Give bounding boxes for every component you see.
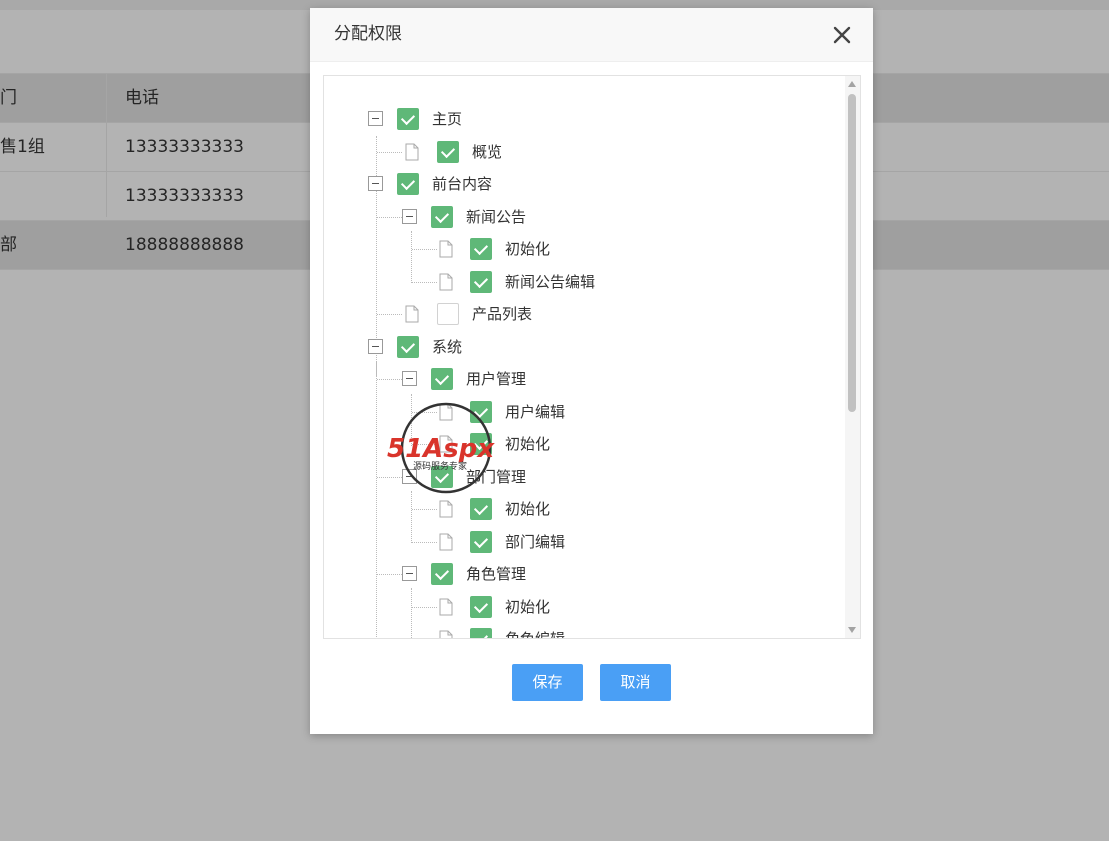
- save-button[interactable]: 保存: [512, 664, 583, 701]
- assign-permissions-dialog: 分配权限 主页 概览 前台内容 新闻公告 初始化 新闻公告编辑 产品列表 系统 …: [310, 8, 873, 734]
- collapse-icon[interactable]: [402, 209, 417, 224]
- tree-node-label: 概览: [472, 143, 503, 161]
- tree-connector: [377, 152, 402, 153]
- tree-connector: [411, 231, 412, 283]
- collapse-icon[interactable]: [368, 111, 383, 126]
- tree-node-label: 用户管理: [466, 370, 527, 388]
- tree-scrollbar[interactable]: [845, 76, 860, 638]
- tree-checkbox[interactable]: [437, 303, 459, 325]
- tree-node-label: 主页: [432, 110, 463, 128]
- column-divider: [106, 73, 107, 217]
- tree-node-label: 新闻公告编辑: [505, 273, 596, 291]
- tree-checkbox[interactable]: [437, 141, 459, 163]
- tree-node-label: 角色编辑: [505, 627, 565, 638]
- column-header-phone: 电话: [125, 88, 159, 108]
- tree-checkbox[interactable]: [470, 596, 492, 618]
- file-icon: [405, 305, 419, 323]
- cell-phone: 13333333333: [125, 186, 244, 206]
- tree-node-label: 初始化: [505, 598, 551, 616]
- scrollbar-thumb[interactable]: [848, 94, 856, 412]
- tree-node-label: 初始化: [505, 500, 551, 518]
- tree-node-label: 角色管理: [466, 565, 527, 583]
- tree-connector: [377, 217, 402, 218]
- cell-department: 部: [0, 235, 17, 255]
- tree-checkbox[interactable]: [397, 173, 419, 195]
- tree-checkbox[interactable]: [470, 628, 492, 638]
- tree-connector: [411, 491, 412, 543]
- tree-connector: [412, 542, 437, 543]
- dialog-title: 分配权限: [334, 24, 402, 44]
- tree-connector: [411, 588, 412, 638]
- tree-connector: [412, 607, 437, 608]
- tree-checkbox[interactable]: [470, 271, 492, 293]
- tree-connector: [412, 249, 437, 250]
- collapse-icon[interactable]: [368, 339, 383, 354]
- tree-connector: [377, 379, 402, 380]
- tree-node-label: 初始化: [505, 435, 551, 453]
- tree-checkbox[interactable]: [431, 563, 453, 585]
- tree-node-label: 初始化: [505, 240, 551, 258]
- tree-node-label: 部门编辑: [505, 533, 566, 551]
- permission-tree: 主页 概览 前台内容 新闻公告 初始化 新闻公告编辑 产品列表 系统 用户管理 …: [324, 76, 844, 638]
- tree-node-label: 新闻公告: [466, 208, 527, 226]
- tree-checkbox[interactable]: [397, 108, 419, 130]
- file-icon: [439, 273, 453, 291]
- tree-node-label: 系统: [432, 338, 463, 356]
- file-icon: [439, 240, 453, 258]
- watermark-brand-text: 51Aspx: [387, 434, 495, 464]
- cancel-button[interactable]: 取消: [600, 664, 671, 701]
- tree-checkbox[interactable]: [431, 368, 453, 390]
- tree-checkbox[interactable]: [397, 336, 419, 358]
- close-icon[interactable]: [831, 24, 853, 46]
- tree-node-label: 产品列表: [472, 305, 533, 323]
- file-icon: [439, 598, 453, 616]
- tree-checkbox[interactable]: [431, 206, 453, 228]
- tree-connector: [412, 509, 437, 510]
- collapse-icon[interactable]: [402, 566, 417, 581]
- cell-department: 售1组: [0, 137, 45, 157]
- collapse-icon[interactable]: [402, 371, 417, 386]
- file-icon: [439, 630, 453, 638]
- tree-connector: [412, 282, 437, 283]
- tree-connector: [377, 574, 402, 575]
- scroll-up-arrow-icon[interactable]: [848, 81, 856, 87]
- tree-node-label: 用户编辑: [505, 403, 566, 421]
- tree-connector: [377, 314, 402, 315]
- tree-checkbox[interactable]: [470, 531, 492, 553]
- file-icon: [439, 500, 453, 518]
- cell-phone: 13333333333: [125, 137, 244, 157]
- cell-phone: 18888888888: [125, 235, 244, 255]
- scroll-down-arrow-icon[interactable]: [848, 627, 856, 633]
- tree-checkbox[interactable]: [470, 238, 492, 260]
- collapse-icon[interactable]: [368, 176, 383, 191]
- tree-checkbox[interactable]: [470, 498, 492, 520]
- tree-node-label: 前台内容: [432, 175, 493, 193]
- column-header-department: 门: [0, 88, 17, 108]
- watermark-tagline: 源码服务专家: [413, 460, 467, 472]
- file-icon: [405, 143, 419, 161]
- file-icon: [439, 533, 453, 551]
- tree-connector: [376, 361, 377, 638]
- permission-tree-panel[interactable]: 主页 概览 前台内容 新闻公告 初始化 新闻公告编辑 产品列表 系统 用户管理 …: [323, 75, 861, 639]
- dialog-header: 分配权限: [310, 8, 873, 62]
- watermark-logo: 51Aspx 源码服务专家: [385, 402, 510, 494]
